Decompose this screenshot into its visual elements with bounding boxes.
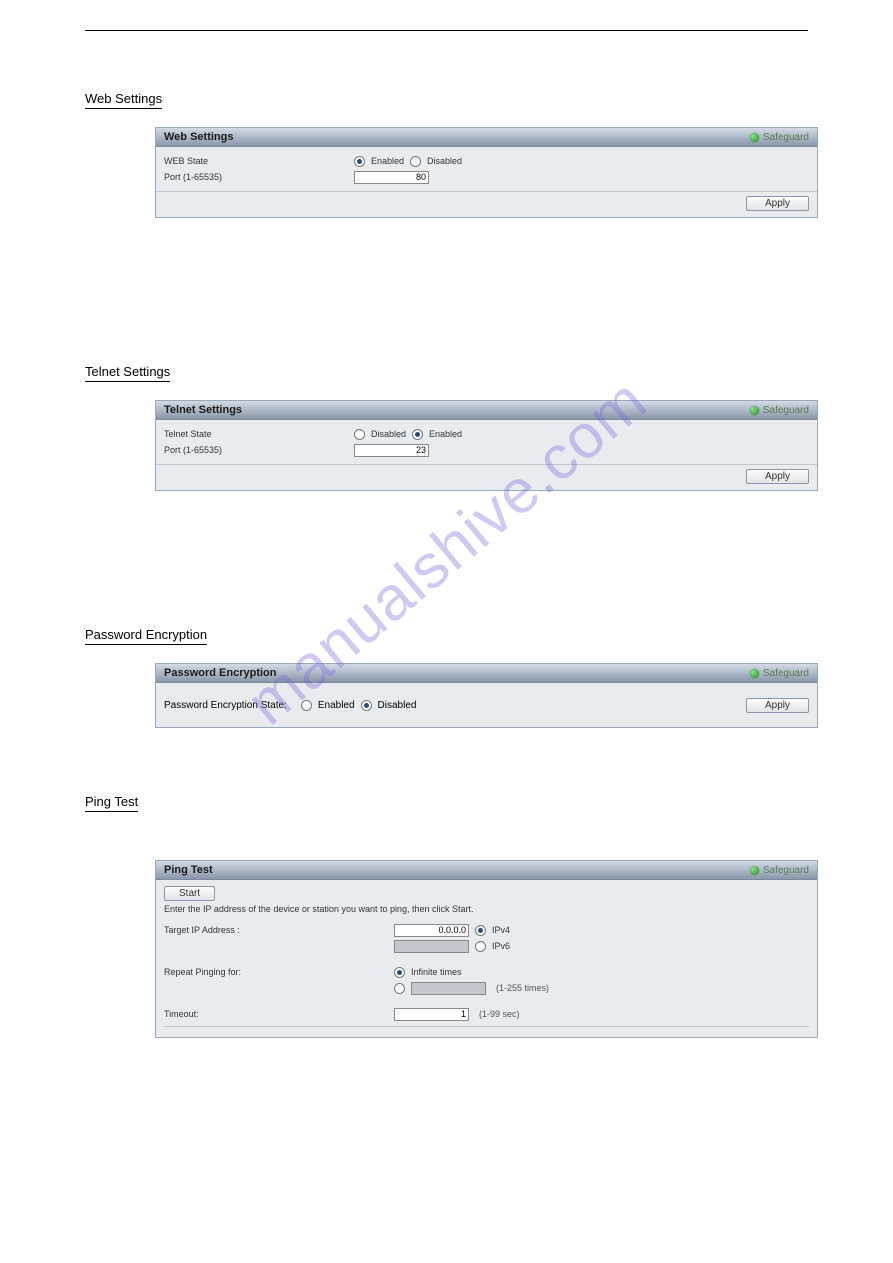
separator-line (164, 1026, 809, 1027)
panel-header-ping: Ping Test Safeguard (156, 861, 817, 880)
panel-title: Web Settings (164, 131, 233, 143)
enabled-label: Enabled (429, 429, 462, 439)
timeout-label: Timeout: (164, 1009, 394, 1019)
ping-instruction-text: Enter the IP address of the device or st… (164, 904, 809, 914)
web-state-label: WEB State (164, 156, 354, 166)
safeguard-dot-icon (750, 133, 759, 142)
safeguard-dot-icon (750, 866, 759, 875)
section-heading-password-encryption: Password Encryption (85, 627, 207, 645)
timeout-hint: (1-99 sec) (479, 1009, 520, 1019)
safeguard-badge: Safeguard (750, 668, 809, 679)
web-state-disabled-radio[interactable] (410, 156, 421, 167)
telnet-apply-button[interactable]: Apply (746, 469, 809, 484)
ipv6-radio[interactable] (475, 941, 486, 952)
disabled-label: Disabled (371, 429, 406, 439)
disabled-label: Disabled (378, 700, 417, 711)
count-radio[interactable] (394, 983, 405, 994)
password-apply-button[interactable]: Apply (746, 698, 809, 713)
panel-title: Ping Test (164, 864, 213, 876)
enabled-label: Enabled (371, 156, 404, 166)
repeat-label: Repeat Pinging for: (164, 967, 394, 977)
telnet-state-label: Telnet State (164, 429, 354, 439)
telnet-state-disabled-radio[interactable] (354, 429, 365, 440)
panel-title: Telnet Settings (164, 404, 242, 416)
top-horizontal-rule (85, 30, 808, 31)
panel-title: Password Encryption (164, 667, 276, 679)
panel-header-web: Web Settings Safeguard (156, 128, 817, 147)
section-heading-ping: Ping Test (85, 794, 138, 812)
password-state-label: Password Encryption State: (164, 700, 287, 711)
ipv4-label: IPv4 (492, 925, 510, 935)
ipv6-label: IPv6 (492, 941, 510, 951)
password-encryption-panel: Password Encryption Safeguard Password E… (155, 663, 818, 728)
ping-test-panel: Ping Test Safeguard Start Enter the IP a… (155, 860, 818, 1038)
web-settings-panel: Web Settings Safeguard WEB State Enabled (155, 127, 818, 218)
safeguard-label: Safeguard (763, 865, 809, 876)
disabled-label: Disabled (427, 156, 462, 166)
telnet-port-label: Port (1-65535) (164, 445, 354, 455)
target-ip-label: Target IP Address : (164, 925, 394, 935)
timeout-input[interactable] (394, 1008, 469, 1021)
web-port-input[interactable] (354, 171, 429, 184)
telnet-settings-panel: Telnet Settings Safeguard Telnet State D… (155, 400, 818, 491)
repeat-count-input[interactable] (411, 982, 486, 995)
section-heading-web: Web Settings (85, 91, 162, 109)
infinite-label: Infinite times (411, 967, 462, 977)
password-enabled-radio[interactable] (301, 700, 312, 711)
target-ipv6-input[interactable] (394, 940, 469, 953)
count-hint: (1-255 times) (496, 983, 549, 993)
telnet-port-input[interactable] (354, 444, 429, 457)
web-state-enabled-radio[interactable] (354, 156, 365, 167)
safeguard-badge: Safeguard (750, 865, 809, 876)
password-disabled-radio[interactable] (361, 700, 372, 711)
safeguard-label: Safeguard (763, 405, 809, 416)
infinite-radio[interactable] (394, 967, 405, 978)
safeguard-label: Safeguard (763, 132, 809, 143)
safeguard-dot-icon (750, 406, 759, 415)
safeguard-dot-icon (750, 669, 759, 678)
safeguard-badge: Safeguard (750, 405, 809, 416)
telnet-state-enabled-radio[interactable] (412, 429, 423, 440)
enabled-label: Enabled (318, 700, 355, 711)
web-port-label: Port (1-65535) (164, 172, 354, 182)
target-ip-input[interactable] (394, 924, 469, 937)
safeguard-badge: Safeguard (750, 132, 809, 143)
ipv4-radio[interactable] (475, 925, 486, 936)
ping-start-button[interactable]: Start (164, 886, 215, 901)
panel-header-telnet: Telnet Settings Safeguard (156, 401, 817, 420)
safeguard-label: Safeguard (763, 668, 809, 679)
section-heading-telnet: Telnet Settings (85, 364, 170, 382)
panel-header-password: Password Encryption Safeguard (156, 664, 817, 683)
web-apply-button[interactable]: Apply (746, 196, 809, 211)
